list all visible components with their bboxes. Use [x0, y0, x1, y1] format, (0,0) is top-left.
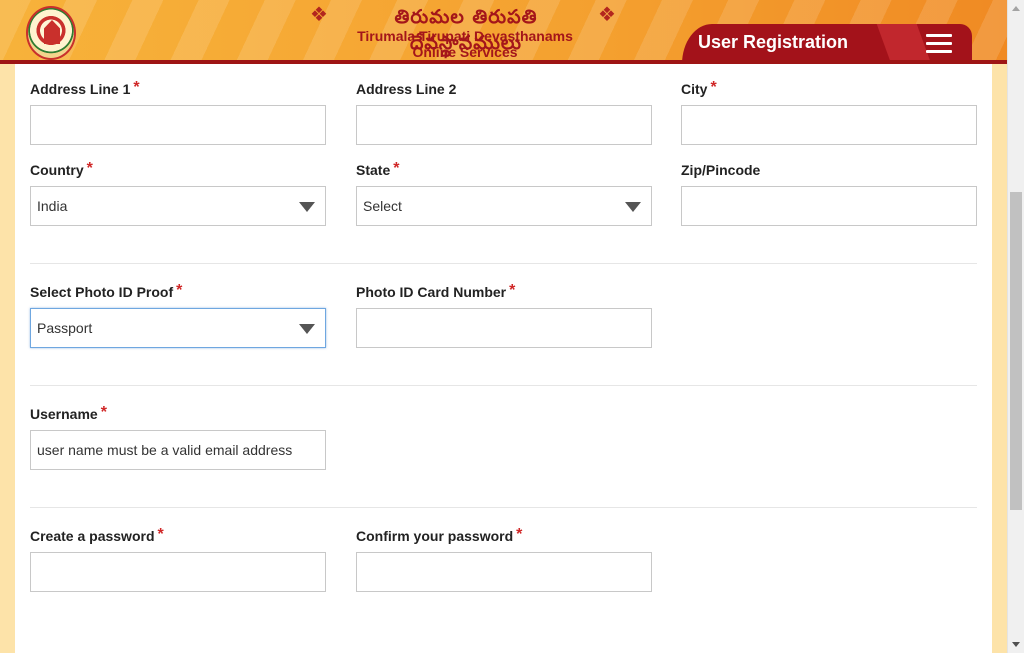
state-selected-value: Select	[363, 198, 402, 214]
registration-form: Address Line 1 * Address Line 2 City * Cou…	[15, 64, 992, 653]
menu-bar	[926, 50, 952, 53]
scrollbar-thumb[interactable]	[1010, 192, 1022, 510]
country-select[interactable]: India	[30, 186, 326, 226]
city-label: City *	[681, 79, 717, 97]
tab-accent	[876, 24, 932, 64]
required-star: *	[516, 526, 523, 543]
state-field: State * Select	[356, 159, 652, 226]
hamburger-menu-icon[interactable]	[926, 34, 952, 54]
confirm-password-input[interactable]	[356, 552, 652, 592]
required-star: *	[100, 404, 107, 421]
brand-title-english: Tirumala Tirupati Devasthanams	[357, 28, 573, 44]
zip-input[interactable]	[681, 186, 977, 226]
required-star: *	[86, 160, 93, 177]
temple-icon	[44, 20, 60, 44]
menu-bar	[926, 34, 952, 37]
city-field: City *	[681, 78, 977, 145]
photo-id-number-field: Photo ID Card Number *	[356, 281, 652, 348]
address-line1-label: Address Line 1 *	[30, 79, 140, 97]
section-divider	[30, 507, 977, 508]
address-line2-field: Address Line 2	[356, 78, 652, 145]
state-select[interactable]: Select	[356, 186, 652, 226]
address-line1-field: Address Line 1 *	[30, 78, 326, 145]
photo-id-number-label: Photo ID Card Number *	[356, 282, 516, 300]
brand-subtitle: Online Services	[412, 44, 518, 60]
photo-id-number-input[interactable]	[356, 308, 652, 348]
telugu-title: తిరుమల తిరుపతి దేవస్థానములు	[394, 6, 538, 54]
caret-down-icon	[625, 202, 641, 212]
state-label: State *	[356, 160, 400, 178]
city-input[interactable]	[681, 105, 977, 145]
scroll-down-icon[interactable]	[1012, 642, 1020, 647]
caret-down-icon	[299, 324, 315, 334]
address-line2-label: Address Line 2	[356, 81, 457, 97]
ornament-icon: ❖	[310, 4, 328, 26]
confirm-password-field: Confirm your password *	[356, 525, 652, 592]
zip-field: Zip/Pincode	[681, 159, 977, 226]
address-line2-input[interactable]	[356, 105, 652, 145]
required-star: *	[157, 526, 164, 543]
photo-id-proof-field: Select Photo ID Proof * Passport	[30, 281, 326, 348]
country-selected-value: India	[37, 198, 68, 214]
password-input[interactable]	[30, 552, 326, 592]
site-header: ❖ తిరుమల తిరుపతి దేవస్థానములు ❖ Tirumala…	[0, 0, 1007, 64]
required-star: *	[176, 282, 183, 299]
photo-id-proof-select[interactable]: Passport	[30, 308, 326, 348]
ornament-icon: ❖	[598, 4, 616, 26]
photo-id-proof-selected-value: Passport	[37, 320, 93, 336]
country-field: Country * India	[30, 159, 326, 226]
username-field: Username * user name must be a valid emai…	[30, 403, 326, 470]
password-label: Create a password *	[30, 526, 164, 544]
menu-bar	[926, 42, 952, 45]
section-divider	[30, 385, 977, 386]
required-star: *	[710, 79, 717, 96]
username-input[interactable]: user name must be a valid email address	[30, 430, 326, 470]
ttd-emblem-icon[interactable]	[26, 6, 76, 60]
required-star: *	[133, 79, 140, 96]
scroll-up-icon[interactable]	[1012, 6, 1020, 11]
country-label: Country *	[30, 160, 93, 178]
vertical-scrollbar[interactable]	[1007, 0, 1024, 653]
password-field: Create a password *	[30, 525, 326, 592]
address-line1-input[interactable]	[30, 105, 326, 145]
section-divider	[30, 263, 977, 264]
zip-label: Zip/Pincode	[681, 162, 761, 178]
confirm-password-label: Confirm your password *	[356, 526, 523, 544]
brand-title: ❖ తిరుమల తిరుపతి దేవస్థానములు ❖ Tirumala…	[300, 0, 630, 60]
page-title-tab: User Registration	[682, 24, 972, 64]
required-star: *	[393, 160, 400, 177]
photo-id-proof-label: Select Photo ID Proof *	[30, 282, 183, 300]
caret-down-icon	[299, 202, 315, 212]
page-title: User Registration	[698, 32, 849, 52]
required-star: *	[509, 282, 516, 299]
username-label: Username *	[30, 404, 107, 422]
